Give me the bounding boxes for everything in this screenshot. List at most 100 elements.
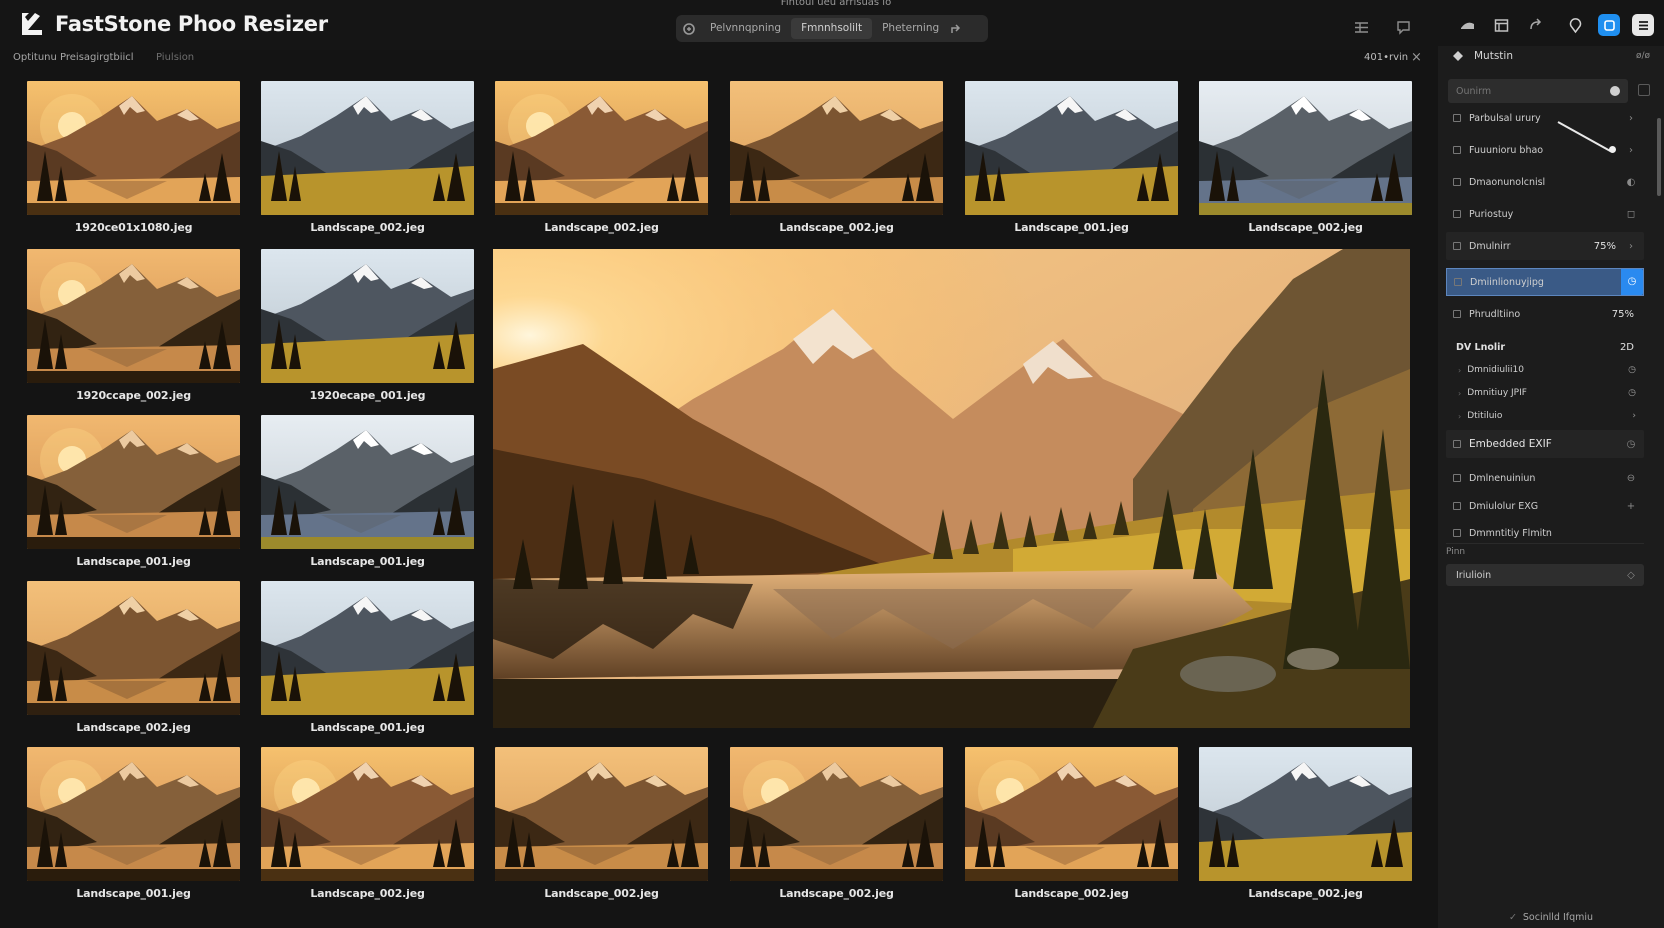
thumbnail[interactable]	[965, 81, 1178, 215]
row-checkbox-icon[interactable]	[1454, 278, 1462, 286]
window-caption: Fintoul ueu arrisuas lo	[780, 0, 892, 8]
thumbnail-caption: 1920ecape_001.jeg	[309, 389, 426, 402]
location-icon[interactable]	[1564, 14, 1586, 36]
landscape-image	[495, 747, 708, 881]
sub-item-action-icon[interactable]: ◷	[1628, 365, 1636, 375]
mode-tab-1[interactable]: Pelvnnqpning	[700, 18, 791, 39]
thumbnail-caption: Landscape_002.jeg	[1248, 887, 1363, 900]
landscape-image	[730, 81, 943, 215]
thumbnail[interactable]	[261, 81, 474, 215]
row-checkbox-icon[interactable]	[1453, 210, 1461, 218]
row-checkbox-icon[interactable]	[1453, 146, 1461, 154]
thumbnail[interactable]	[495, 747, 708, 881]
thumbnail-caption: Landscape_002.jeg	[544, 887, 659, 900]
row-action-icon[interactable]: +	[1626, 501, 1636, 512]
landscape-image	[27, 249, 240, 383]
group-label: DV Lnolir	[1456, 341, 1506, 353]
breadcrumb[interactable]: Optitunu Preisagirgtbiicl	[13, 52, 134, 63]
share-icon[interactable]	[949, 22, 963, 36]
row-action-icon[interactable]: ⊖	[1626, 473, 1636, 484]
panel-row[interactable]: Parbulsal urury ›	[1446, 104, 1644, 132]
thumbnail-caption: Landscape_002.jeg	[76, 721, 191, 734]
panel-row[interactable]: Puriostuy ◻	[1446, 200, 1644, 228]
row-action-icon[interactable]: ›	[1626, 113, 1636, 124]
bullet-icon: ›	[1458, 388, 1462, 398]
row-checkbox-icon[interactable]	[1453, 310, 1461, 318]
brush-icon	[683, 22, 695, 35]
row-action-icon[interactable]: ◷	[1626, 439, 1636, 450]
panel-search-input[interactable]	[1448, 79, 1598, 104]
window-icon[interactable]	[1490, 14, 1512, 36]
thumbnail[interactable]	[27, 747, 240, 881]
row-checkbox-icon[interactable]	[1453, 502, 1461, 510]
thumbnail[interactable]	[261, 415, 474, 549]
panel-row[interactable]: Dmiinlionuyjipg ◷	[1446, 268, 1644, 296]
adjust-slider-knob[interactable]	[1609, 146, 1616, 153]
row-label: Dmmntitiy Flmitn	[1469, 527, 1552, 539]
row-action-icon[interactable]: ◻	[1626, 209, 1636, 220]
panel-sub-item[interactable]: › Dtitiluio ›	[1446, 405, 1644, 427]
panel-row[interactable]: Dmlnenuiniun ⊖	[1446, 464, 1644, 492]
thumbnail[interactable]	[261, 581, 474, 715]
row-action-icon[interactable]: ›	[1626, 241, 1636, 252]
panel-row[interactable]: Embedded EXIF ◷	[1446, 430, 1644, 458]
footer-label: Socinlld Ifqmiu	[1522, 911, 1594, 923]
row-checkbox-icon[interactable]	[1453, 529, 1461, 537]
sync-icon[interactable]	[1598, 14, 1620, 36]
row-label: Dmiulolur EXG	[1469, 500, 1539, 512]
panel-sub-item[interactable]: › Dmnidiulii10 ◷	[1446, 359, 1644, 381]
panel-row[interactable]: Dmaonunolcnisl ◐	[1446, 168, 1644, 196]
panel-row[interactable]: Dmulnirr 75% ›	[1446, 232, 1644, 260]
row-action-icon[interactable]: ◷	[1621, 269, 1643, 295]
thumbnail[interactable]	[730, 747, 943, 881]
output-select-value: Iriulioin	[1456, 569, 1492, 581]
panel-search[interactable]	[1448, 79, 1628, 104]
thumbnail[interactable]	[27, 249, 240, 383]
row-label: Puriostuy	[1469, 208, 1514, 220]
panel-scrollbar[interactable]	[1657, 118, 1661, 196]
panel-footer[interactable]: ✓ Socinlld Ifqmiu	[1438, 906, 1664, 928]
thumbnail[interactable]	[1199, 81, 1412, 215]
sub-item-label: Dmnitiuy JPIF	[1467, 388, 1527, 398]
settings-icon[interactable]	[1452, 50, 1464, 62]
close-icon[interactable]: ×	[1411, 51, 1422, 65]
thumbnail[interactable]	[27, 581, 240, 715]
search-clear-icon[interactable]	[1610, 86, 1620, 96]
menu-icon[interactable]	[1632, 14, 1654, 36]
undo-icon[interactable]	[1524, 14, 1546, 36]
landscape-image	[1199, 747, 1412, 881]
mode-tab-3[interactable]: Pheterning	[872, 18, 949, 39]
row-checkbox-icon[interactable]	[1453, 242, 1461, 250]
thumbnail-caption: 1920ccape_002.jeg	[76, 389, 191, 402]
thumbnail[interactable]	[261, 249, 474, 383]
row-checkbox-icon[interactable]	[1453, 440, 1461, 448]
view-controls	[1350, 16, 1414, 38]
group-header[interactable]: DV Lnolir 2D	[1446, 333, 1644, 361]
panel-divider	[1446, 543, 1644, 544]
sub-item-action-icon[interactable]: ›	[1632, 411, 1636, 421]
layout-grid-icon[interactable]	[1350, 16, 1372, 38]
breadcrumb-secondary[interactable]: Piulsion	[156, 52, 194, 63]
image-preview[interactable]	[493, 249, 1410, 728]
panel-row[interactable]: Phrudltiino 75%	[1446, 300, 1644, 328]
row-action-icon[interactable]: ›	[1626, 145, 1636, 156]
eye-toggle-icon[interactable]	[1456, 14, 1478, 36]
sub-item-action-icon[interactable]: ◷	[1628, 388, 1636, 398]
thumbnail[interactable]	[495, 81, 708, 215]
thumbnail[interactable]	[261, 747, 474, 881]
output-select[interactable]: Iriulioin ◇	[1446, 564, 1644, 586]
row-checkbox-icon[interactable]	[1453, 114, 1461, 122]
row-checkbox-icon[interactable]	[1453, 178, 1461, 186]
mode-tab-2[interactable]: Fmnnhsolilt	[791, 18, 873, 39]
row-checkbox-icon[interactable]	[1453, 474, 1461, 482]
thumbnail[interactable]	[27, 81, 240, 215]
row-action-icon[interactable]: ◐	[1626, 177, 1636, 188]
panel-row[interactable]: Dmiulolur EXG +	[1446, 492, 1644, 520]
thumbnail[interactable]	[27, 415, 240, 549]
chat-bubble-icon[interactable]	[1392, 16, 1414, 38]
thumbnail[interactable]	[1199, 747, 1412, 881]
thumbnail[interactable]	[730, 81, 943, 215]
thumbnail[interactable]	[965, 747, 1178, 881]
copy-icon[interactable]	[1638, 84, 1650, 96]
panel-sub-item[interactable]: › Dmnitiuy JPIF ◷	[1446, 382, 1644, 404]
